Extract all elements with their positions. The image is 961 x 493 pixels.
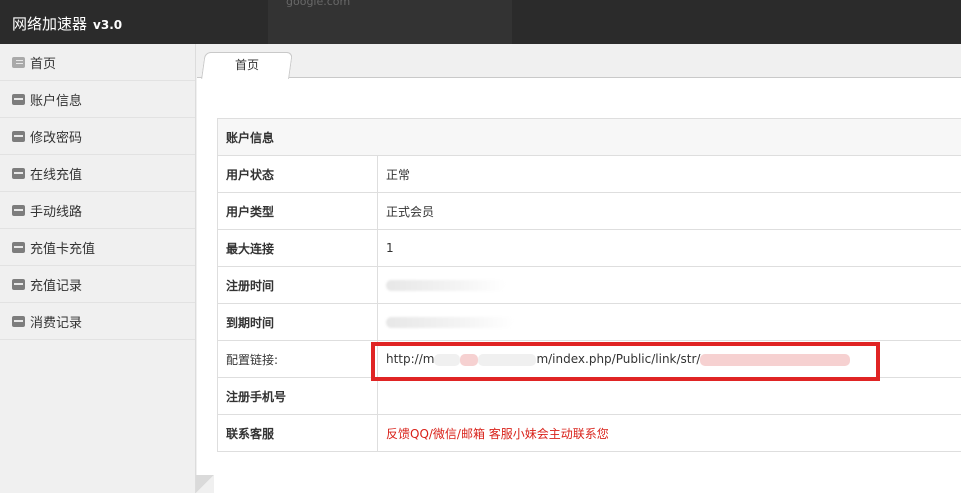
minus-box-icon [12,204,25,216]
table-row: 注册手机号 [217,377,961,415]
account-info-table: 账户信息 用户状态 正常 用户类型 正式会员 最大连接 1 注册时间 到期时间 … [217,118,961,452]
sidebar-item-label: 首页 [30,56,57,72]
sidebar-item-label: 充值卡充值 [30,241,96,257]
minus-box-icon [12,93,25,105]
sidebar-item-consumption-records[interactable]: 消费记录 [0,303,195,340]
sidebar-item-label: 充值记录 [30,278,83,294]
tab-home[interactable]: 首页 [201,52,293,79]
sidebar-item-label: 手动线路 [30,204,83,220]
overlay-search-ghost: google.com [268,0,512,44]
row-value: 正式会员 [377,192,961,230]
row-value: 1 [377,229,961,267]
table-row: 最大连接 1 [217,229,961,267]
minus-box-icon [12,278,25,290]
redacted-blur [386,317,514,328]
table-header-title: 账户信息 [217,118,961,156]
row-key: 到期时间 [217,303,378,341]
sidebar-item-manual-routes[interactable]: 手动线路 [0,192,195,229]
row-value-redacted [377,303,961,341]
sidebar: 首页 账户信息 修改密码 在线充值 手动线路 充值卡充值 充值记录 消费记录 [0,44,196,493]
app-version: v3.0 [93,18,123,32]
support-contact-text: 反馈QQ/微信/邮箱 客服小妹会主动联系您 [377,414,961,452]
top-bar: 网络加速器 v3.0 google.com [0,0,961,44]
table-header-row: 账户信息 [217,118,961,156]
sidebar-item-label: 修改密码 [30,130,83,146]
redacted-blur [386,280,506,291]
app-title: 网络加速器 [12,15,88,33]
redacted-blur [700,353,851,366]
sidebar-item-card-recharge[interactable]: 充值卡充值 [0,229,195,266]
row-key: 用户状态 [217,155,378,193]
minus-box-icon [12,167,25,179]
redacted-blur [434,353,461,366]
row-value: 正常 [377,155,961,193]
sidebar-item-account-info[interactable]: 账户信息 [0,81,195,118]
table-row: 到期时间 [217,303,961,341]
redacted-blur [460,353,479,366]
row-key: 注册手机号 [217,377,378,415]
tab-bar: 首页 [197,44,961,79]
main-content: 首页 账户信息 用户状态 正常 用户类型 正式会员 最大连接 1 注册时间 到期… [197,44,961,493]
minus-box-icon [12,130,25,142]
sidebar-item-change-password[interactable]: 修改密码 [0,118,195,155]
sidebar-item-online-recharge[interactable]: 在线充值 [0,155,195,192]
table-row-config-link: 配置链接: http://m m/index.php/Public/link/st… [217,340,961,378]
sidebar-item-label: 消费记录 [30,315,83,331]
row-key: 用户类型 [217,192,378,230]
home-icon [12,56,25,68]
minus-box-icon [12,241,25,253]
app-brand: 网络加速器 v3.0 [12,13,122,34]
table-row: 用户状态 正常 [217,155,961,193]
row-value-redacted [377,266,961,304]
row-key: 注册时间 [217,266,378,304]
table-row: 注册时间 [217,266,961,304]
row-key: 配置链接: [217,340,378,378]
row-key: 联系客服 [217,414,378,452]
table-row: 联系客服 反馈QQ/微信/邮箱 客服小妹会主动联系您 [217,414,961,452]
sidebar-item-label: 在线充值 [30,167,83,183]
page-fold-corner [196,475,214,493]
minus-box-icon [12,315,25,327]
redacted-blur [478,353,537,366]
sidebar-item-recharge-records[interactable]: 充值记录 [0,266,195,303]
row-key: 最大连接 [217,229,378,267]
sidebar-item-home[interactable]: 首页 [0,44,195,81]
table-row: 用户类型 正式会员 [217,192,961,230]
row-value [377,377,961,415]
sidebar-item-label: 账户信息 [30,93,83,109]
config-link-value[interactable]: http://m m/index.php/Public/link/str/ [377,340,961,378]
